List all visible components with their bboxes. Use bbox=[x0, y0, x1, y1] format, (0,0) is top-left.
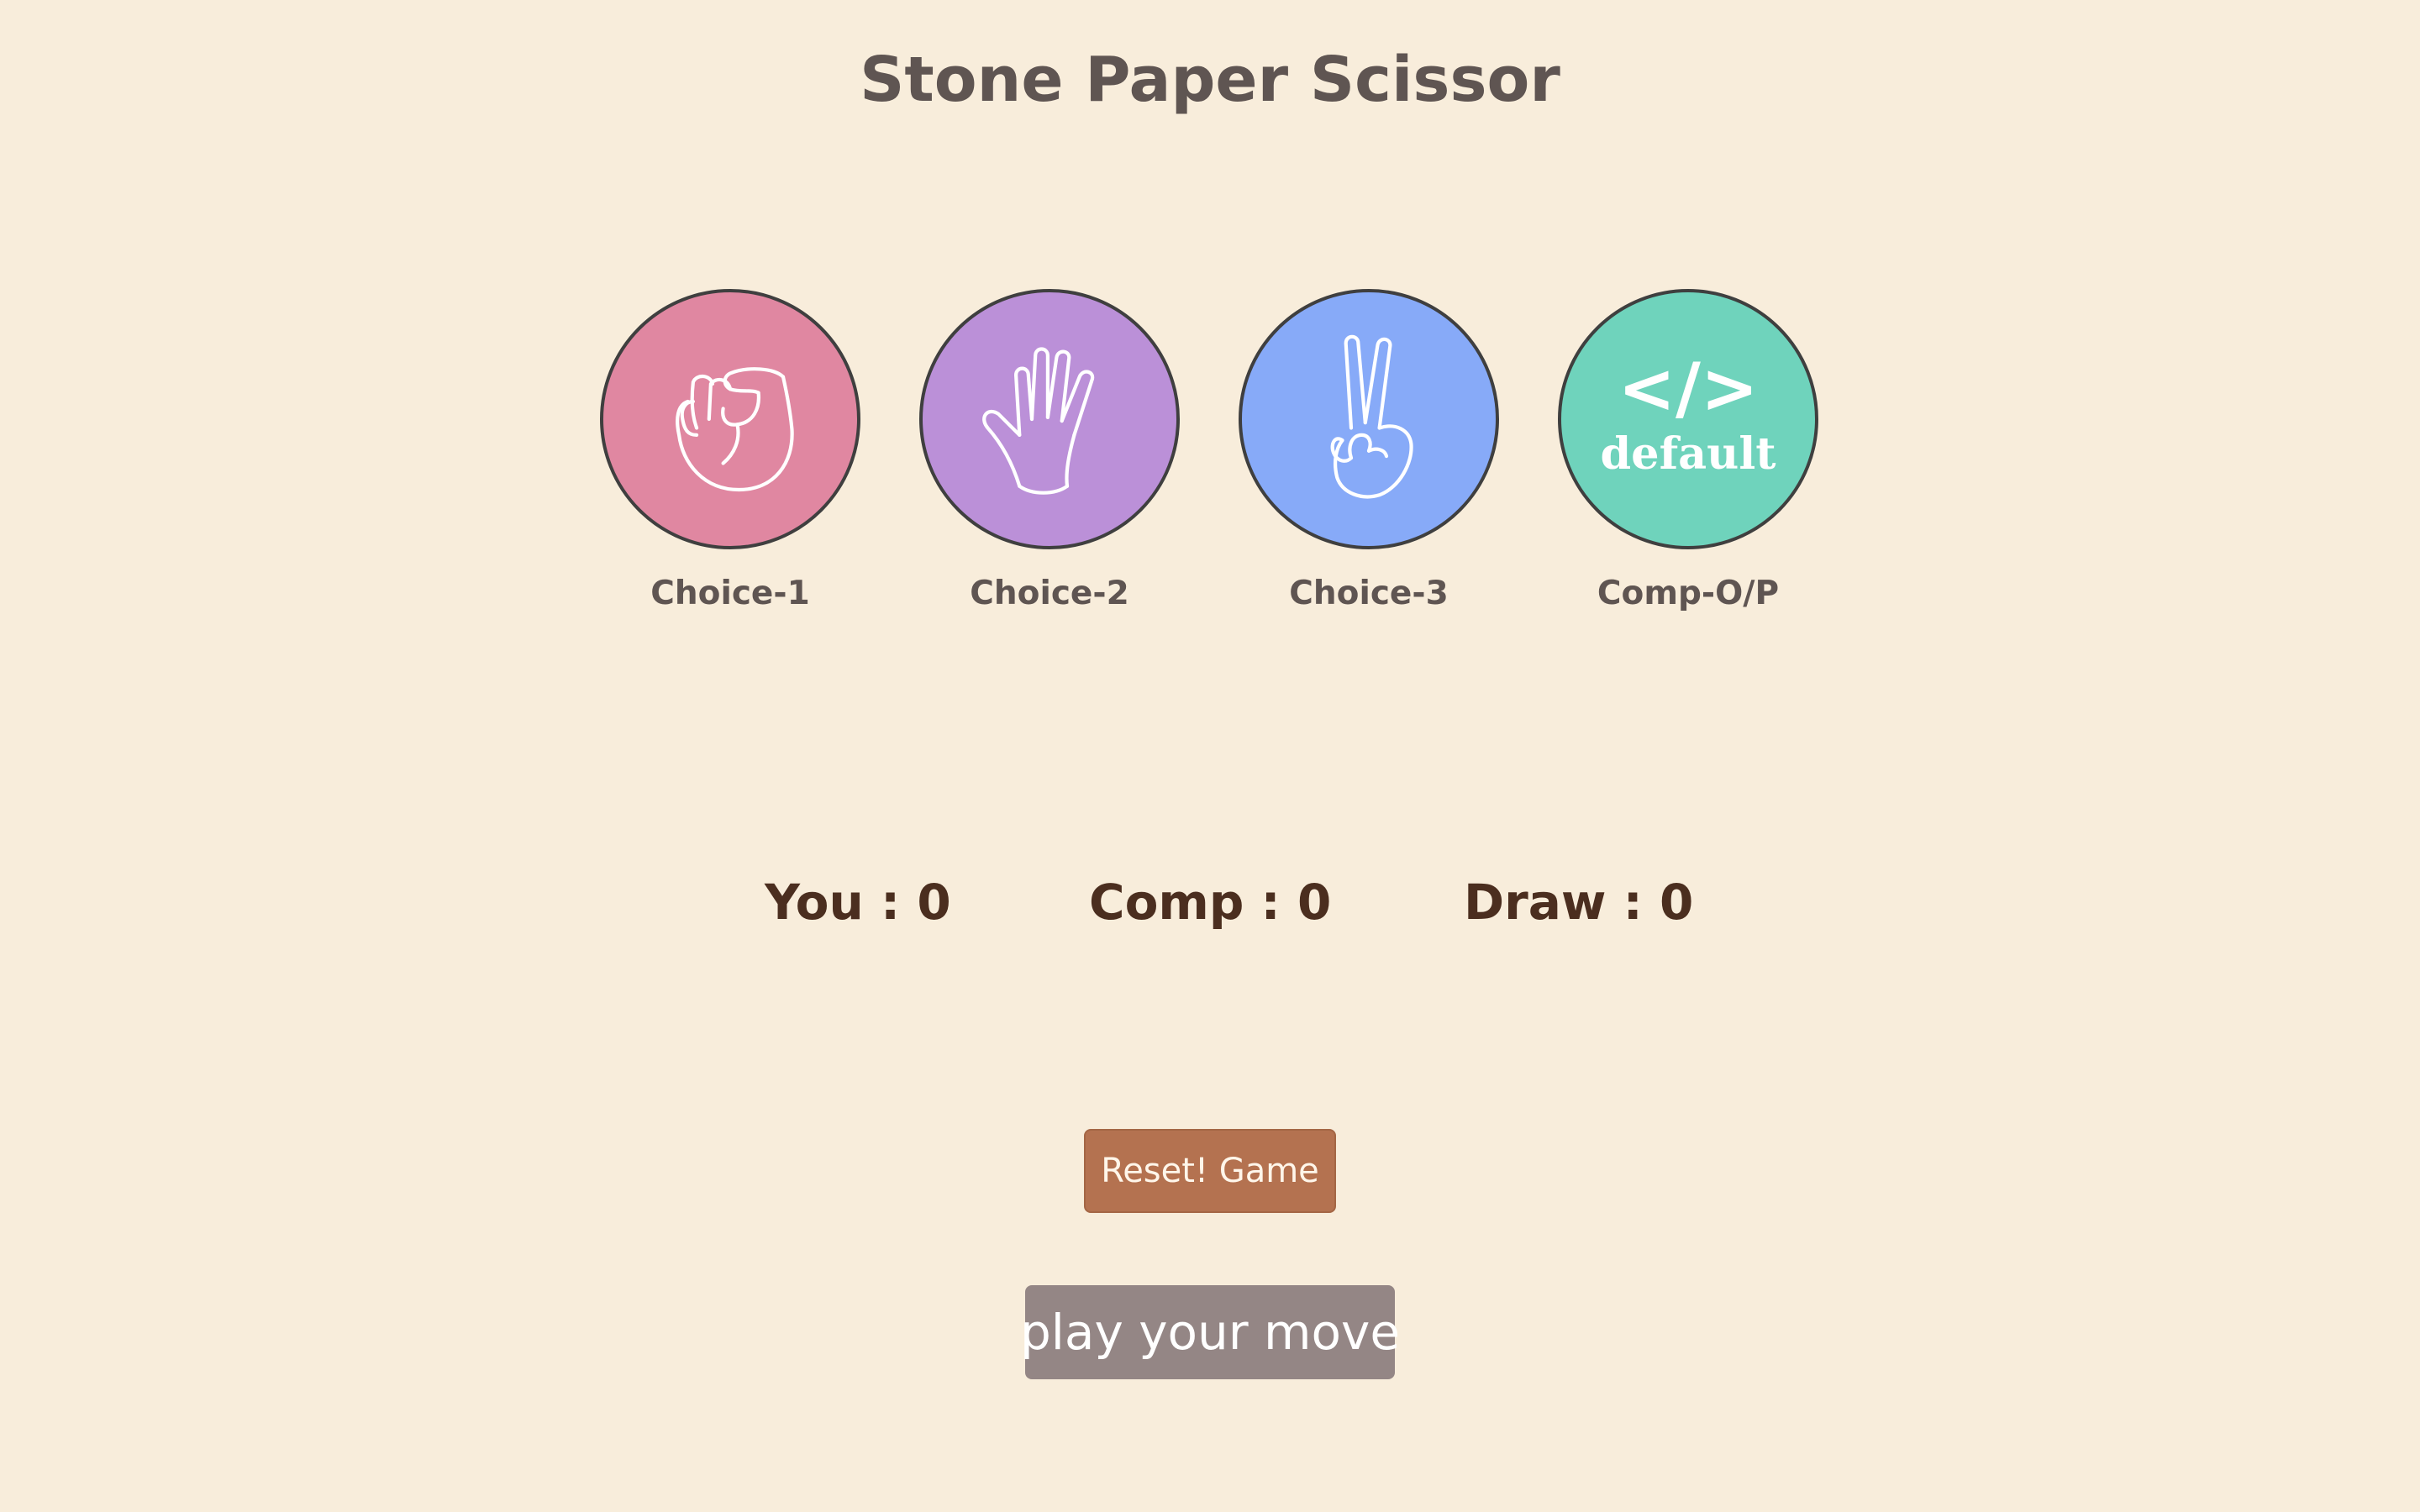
scoreboard: You : 0 Comp : 0 Draw : 0 bbox=[0, 874, 2420, 949]
choice-label: Choice-2 bbox=[970, 575, 1129, 612]
comp-score: Comp : 0 bbox=[1089, 874, 1332, 931]
open-hand-icon bbox=[982, 347, 1095, 495]
reset-game-button[interactable]: Reset! Game bbox=[1084, 1129, 1336, 1213]
scissor-button[interactable] bbox=[1239, 289, 1499, 549]
choices-row: Choice-1 Choice-2 Choice-3 </> default C… bbox=[0, 289, 2420, 642]
fist-icon bbox=[676, 367, 794, 492]
choice-label: Choice-3 bbox=[1289, 575, 1449, 612]
computer-output: </> default Comp-O/P bbox=[1558, 289, 1818, 612]
choice-label: Comp-O/P bbox=[1597, 575, 1780, 612]
game-page: Stone Paper Scissor Choice-1 Choice-2 Ch… bbox=[0, 0, 2420, 1512]
rock-button[interactable] bbox=[600, 289, 860, 549]
choice-paper[interactable]: Choice-2 bbox=[919, 289, 1180, 612]
status-message: play your move bbox=[1020, 1285, 1400, 1379]
computer-choice-display: </> default bbox=[1558, 289, 1818, 549]
choice-rock[interactable]: Choice-1 bbox=[600, 289, 860, 612]
page-title: Stone Paper Scissor bbox=[860, 44, 1560, 116]
peace-hand-icon bbox=[1330, 334, 1413, 499]
choice-scissor[interactable]: Choice-3 bbox=[1239, 289, 1499, 612]
draw-score: Draw : 0 bbox=[1464, 874, 1694, 931]
default-text: default bbox=[1600, 428, 1776, 480]
default-code-icon: </> default bbox=[1600, 349, 1776, 480]
choice-label: Choice-1 bbox=[650, 575, 810, 612]
code-symbol-text: </> bbox=[1618, 349, 1758, 429]
user-score: You : 0 bbox=[765, 874, 951, 931]
paper-button[interactable] bbox=[919, 289, 1180, 549]
